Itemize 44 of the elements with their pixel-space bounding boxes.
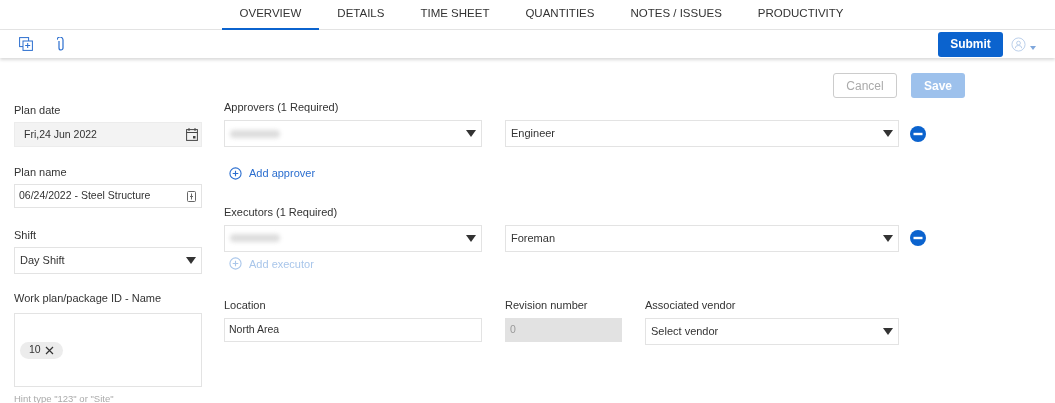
shift-dropdown[interactable]: Day Shift: [14, 247, 202, 274]
field-label: Shift: [14, 228, 37, 242]
paperclip-icon[interactable]: [57, 36, 65, 52]
field-label: Associated vendor: [645, 298, 737, 312]
plan-name-field[interactable]: 06/24/2022 - Steel Structure: [14, 184, 202, 208]
blurred-name: [230, 129, 280, 138]
field-label: Plan date: [14, 103, 62, 117]
dropdown-caret-icon: [883, 234, 893, 242]
calendar-icon[interactable]: [186, 128, 198, 141]
copy-add-icon[interactable]: [19, 37, 33, 51]
remove-icon[interactable]: [910, 125, 926, 142]
caret-icon[interactable]: [1030, 46, 1036, 50]
section-label: Executors (1 Required): [224, 204, 339, 219]
add-circle-icon: [229, 166, 242, 180]
location-field[interactable]: North Area: [224, 318, 482, 342]
field-label: Work plan/package ID - Name: [14, 291, 163, 305]
field-label: Location: [224, 298, 267, 312]
tab[interactable]: TIME SHEET: [402, 0, 508, 30]
field-label: Revision number: [505, 298, 589, 312]
vendor-dropdown[interactable]: Select vendor: [645, 318, 899, 345]
tab[interactable]: QUANTITIES: [507, 0, 613, 30]
close-icon[interactable]: [44, 345, 54, 355]
date-field[interactable]: Fri,24 Jun 2022: [14, 122, 202, 147]
tab[interactable]: NOTES / ISSUES: [612, 0, 740, 30]
tab[interactable]: DETAILS: [319, 0, 403, 30]
work-plan-field[interactable]: 10: [14, 313, 202, 387]
add-link[interactable]: Add approver: [229, 165, 316, 182]
role-dropdown[interactable]: Foreman: [505, 224, 899, 252]
tab[interactable]: PRODUCTIVITY: [739, 0, 862, 30]
dropdown-caret-icon: [466, 234, 476, 242]
tab[interactable]: OVERVIEW: [221, 0, 320, 30]
blurred-name: [230, 234, 280, 242]
remove-icon[interactable]: [910, 230, 926, 246]
submit-button[interactable]: Submit: [938, 31, 1003, 57]
dropdown-caret-icon: [186, 257, 196, 264]
field-label: Plan name: [14, 165, 68, 179]
role-dropdown[interactable]: Engineer: [505, 120, 899, 147]
add-circle-icon: [229, 257, 242, 271]
section-label: Approvers (1 Required): [224, 100, 340, 114]
dropdown-caret-icon: [466, 130, 476, 137]
text-field-icon: [187, 190, 196, 202]
tag-chip: 10: [20, 341, 63, 359]
dropdown-caret-icon: [883, 130, 893, 137]
dropdown-caret-icon: [883, 328, 893, 335]
